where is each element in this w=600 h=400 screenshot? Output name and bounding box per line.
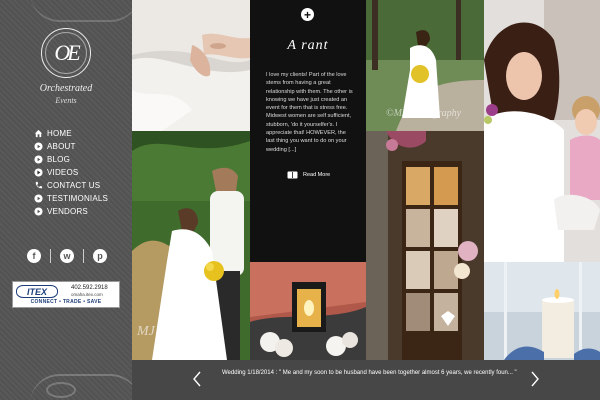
itex-phone: 402.592.2918 xyxy=(71,285,108,291)
watermark: MJ Photog xyxy=(137,324,199,339)
nav-item-about[interactable]: ABOUT xyxy=(34,140,108,153)
play-icon xyxy=(34,207,43,216)
chevron-left-icon xyxy=(193,371,201,387)
divider xyxy=(83,249,84,263)
nav-item-testimonials[interactable]: TESTIMONIALS xyxy=(34,192,108,205)
itex-site: omaha.itex.com xyxy=(71,292,103,297)
decorative-swirl-top xyxy=(30,0,132,22)
photo-lantern[interactable] xyxy=(250,262,366,360)
photo-image xyxy=(250,262,366,360)
photo-image xyxy=(132,0,250,131)
slide-caption[interactable]: Wedding 1/18/2014 : " Me and my soon to … xyxy=(222,370,517,376)
nav-item-contact-us[interactable]: CONTACT US xyxy=(34,179,108,192)
itex-logo: ITEX xyxy=(16,285,58,298)
blog-post-excerpt: I love my clients! Part of the love stem… xyxy=(266,72,353,153)
decorative-swirl-bottom xyxy=(30,374,132,400)
blog-post-title[interactable]: A rant xyxy=(250,38,366,54)
nav-item-home[interactable]: HOME xyxy=(34,127,108,140)
itex-banner[interactable]: ITEX 402.592.2918 omaha.itex.com CONNECT… xyxy=(12,281,120,308)
brand-subtitle: Events xyxy=(55,96,77,105)
pinterest-icon[interactable]: p xyxy=(93,249,107,263)
play-icon xyxy=(34,142,43,151)
brand-name: Orchestrated xyxy=(39,83,93,94)
play-icon xyxy=(34,155,43,164)
caption-bar: Wedding 1/18/2014 : " Me and my soon to … xyxy=(132,360,600,400)
itex-tagline: CONNECT • TRADE • SAVE xyxy=(30,299,102,305)
nav-item-blog[interactable]: BLOG xyxy=(34,153,108,166)
read-more-button[interactable]: Read More xyxy=(287,171,330,179)
nav-label: TESTIMONIALS xyxy=(47,194,109,203)
nav-item-videos[interactable]: VIDEOS xyxy=(34,166,108,179)
photo-image xyxy=(484,0,600,262)
photo-bride-hands[interactable] xyxy=(132,0,250,131)
nav-label: CONTACT US xyxy=(47,181,101,190)
nav-label: ABOUT xyxy=(47,142,76,151)
blog-post-tile: + A rant I love my clients! Part of the … xyxy=(250,0,366,262)
social-links: f w p xyxy=(27,249,107,263)
nav-label: HOME xyxy=(47,129,72,138)
watermark: ©MJ Photography xyxy=(386,108,462,119)
nav-label: BLOG xyxy=(47,155,71,164)
photo-bride-flower-girl[interactable]: landphotos.com xyxy=(484,0,600,262)
photo-bride-path[interactable]: ©MJ Photography xyxy=(366,0,484,131)
play-icon xyxy=(34,194,43,203)
watermark: landphotos.com xyxy=(484,230,561,244)
nav-label: VIDEOS xyxy=(47,168,79,177)
nav-label: VENDORS xyxy=(47,207,88,216)
wedding-wire-icon[interactable]: w xyxy=(60,249,74,263)
brand-logo[interactable]: OE xyxy=(41,28,91,78)
nav-item-vendors[interactable]: VENDORS xyxy=(34,205,108,218)
facebook-icon[interactable]: f xyxy=(27,249,41,263)
next-arrow-button[interactable] xyxy=(524,369,544,389)
book-icon xyxy=(287,171,298,179)
previous-arrow-button[interactable] xyxy=(188,369,208,389)
sidebar: OE Orchestrated Events HOME ABOUT BLOG V… xyxy=(0,0,132,400)
photo-image xyxy=(366,131,484,360)
divider xyxy=(50,249,51,263)
photo-image xyxy=(484,262,600,360)
photo-candle[interactable] xyxy=(484,262,600,360)
video-icon xyxy=(34,168,43,177)
chevron-right-icon xyxy=(531,371,539,387)
phone-icon xyxy=(34,181,43,190)
expand-plus-icon[interactable]: + xyxy=(301,8,314,21)
home-icon xyxy=(34,129,43,138)
photo-door-flowers[interactable] xyxy=(366,131,484,360)
read-more-label: Read More xyxy=(303,172,331,178)
photo-couple-field[interactable]: MJ Photog xyxy=(132,131,250,360)
main-nav: HOME ABOUT BLOG VIDEOS CONTACT US TESTIM… xyxy=(34,127,108,218)
